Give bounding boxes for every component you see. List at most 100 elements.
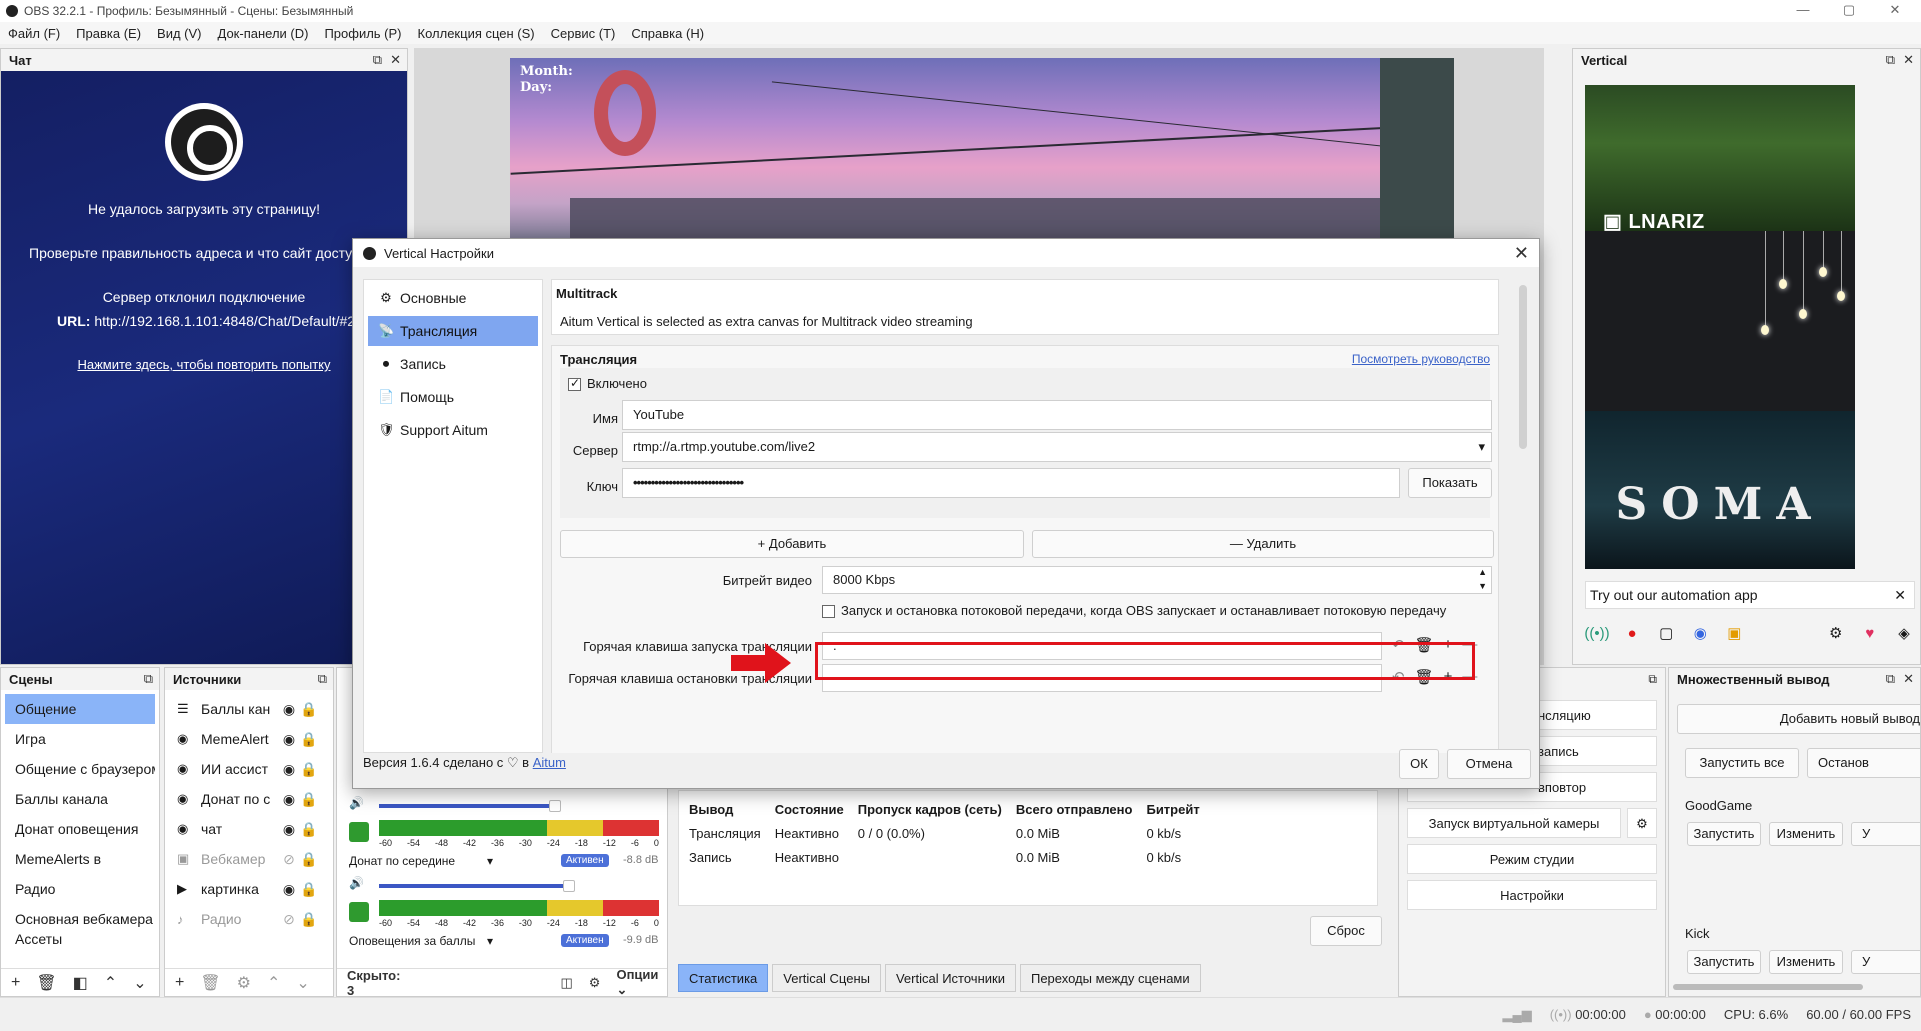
- studio-mode-button[interactable]: Режим студии: [1407, 844, 1657, 874]
- stream-status-icon[interactable]: ((•)): [1584, 621, 1609, 645]
- nav-item-help[interactable]: 📄 Помощь: [368, 382, 538, 412]
- close-dock-icon[interactable]: ✕: [390, 52, 401, 68]
- scene-item[interactable]: Общение: [5, 694, 155, 724]
- volume-slider-handle[interactable]: [563, 880, 575, 892]
- close-dock-icon[interactable]: ✕: [1903, 671, 1914, 687]
- source-item[interactable]: ☰ Баллы кан ◉ 🔒: [165, 694, 333, 724]
- add-output-button[interactable]: Добавить новый вывод: [1677, 704, 1920, 734]
- chevron-down-icon[interactable]: ▾: [487, 854, 493, 868]
- nav-item-general[interactable]: ⚙ Основные: [368, 283, 538, 313]
- source-item[interactable]: ◉ Донат по с ◉ 🔒: [165, 784, 333, 814]
- undock-icon[interactable]: ⧉: [318, 671, 327, 687]
- volume-slider[interactable]: [379, 804, 551, 808]
- add-scene-icon[interactable]: +: [11, 974, 20, 992]
- lock-icon[interactable]: 🔒: [299, 761, 319, 778]
- layout-icon[interactable]: ◫: [561, 975, 573, 991]
- lock-icon[interactable]: 🔒: [299, 821, 319, 838]
- move-up-icon[interactable]: ⌃: [267, 973, 280, 993]
- output-delete-button[interactable]: У: [1851, 950, 1920, 974]
- show-key-button[interactable]: Показать: [1408, 468, 1492, 498]
- eye-icon[interactable]: ◉: [279, 761, 299, 778]
- eye-hidden-icon[interactable]: ⊘: [279, 851, 299, 868]
- eye-icon[interactable]: ◉: [279, 881, 299, 898]
- add-destination-button[interactable]: + Добавить: [560, 530, 1024, 558]
- source-item[interactable]: ▣ Вебкамер ⊘ 🔒: [165, 844, 333, 874]
- bitrate-spinbox[interactable]: 8000 Kbps ▲ ▼: [822, 566, 1492, 594]
- vertical-scrollbar[interactable]: [1519, 285, 1527, 449]
- output-delete-button[interactable]: У: [1851, 822, 1920, 846]
- menu-docks[interactable]: Док-панели (D): [218, 26, 309, 41]
- gear-icon[interactable]: ⚙: [589, 975, 601, 991]
- automation-banner[interactable]: Try out our automation app ✕: [1585, 581, 1915, 609]
- scene-item[interactable]: MemeAlerts в: [5, 844, 155, 874]
- output-start-button[interactable]: Запустить: [1687, 822, 1761, 846]
- close-dock-icon[interactable]: ✕: [1903, 52, 1914, 68]
- replay-icon[interactable]: ◉: [1689, 621, 1711, 645]
- undock-icon[interactable]: ⧉: [1886, 52, 1895, 68]
- menu-edit[interactable]: Правка (E): [76, 26, 141, 41]
- stop-square-icon[interactable]: ▢: [1655, 621, 1677, 645]
- add-source-icon[interactable]: +: [175, 974, 184, 992]
- start-all-button[interactable]: Запустить все: [1685, 748, 1799, 778]
- enabled-checkbox[interactable]: Включено: [568, 376, 647, 392]
- move-up-icon[interactable]: ⌃: [104, 973, 117, 993]
- guide-link[interactable]: Посмотреть руководство: [1352, 352, 1490, 366]
- menu-tools[interactable]: Сервис (T): [551, 26, 616, 41]
- chevron-down-icon[interactable]: ▾: [487, 934, 493, 948]
- nav-item-stream[interactable]: 📡 Трансляция: [368, 316, 538, 346]
- menu-profile[interactable]: Профиль (P): [324, 26, 401, 41]
- record-icon[interactable]: ●: [1621, 621, 1643, 645]
- scene-item[interactable]: Основная вебкамера: [5, 904, 155, 934]
- headphones-icon[interactable]: [349, 902, 369, 922]
- settings-button[interactable]: Настройки: [1407, 880, 1657, 910]
- filter-icon[interactable]: ◧: [73, 973, 88, 993]
- volume-slider-handle[interactable]: [549, 800, 561, 812]
- heart-icon[interactable]: ♥: [1859, 621, 1881, 645]
- server-select[interactable]: rtmp://a.rtmp.youtube.com/live2 ▾: [622, 432, 1492, 462]
- lock-icon[interactable]: 🔒: [299, 791, 319, 808]
- menu-file[interactable]: Файл (F): [8, 26, 60, 41]
- cancel-button[interactable]: Отмена: [1447, 749, 1531, 779]
- scene-item[interactable]: Общение с браузером: [5, 754, 155, 784]
- undock-icon[interactable]: ⧉: [144, 671, 153, 687]
- menu-scene-collection[interactable]: Коллекция сцен (S): [418, 26, 535, 41]
- close-icon[interactable]: ✕: [1872, 0, 1918, 22]
- scene-item[interactable]: Радио: [5, 874, 155, 904]
- tab-vertical-sources[interactable]: Vertical Источники: [884, 964, 1016, 992]
- source-item[interactable]: ◉ ИИ ассист ◉ 🔒: [165, 754, 333, 784]
- output-edit-button[interactable]: Изменить: [1769, 822, 1843, 846]
- nav-item-support[interactable]: 🛡 Support Aitum: [368, 415, 538, 445]
- name-field[interactable]: YouTube: [622, 400, 1492, 430]
- spin-arrows-icon[interactable]: ▲ ▼: [1478, 565, 1487, 593]
- undock-icon[interactable]: ⧉: [1648, 672, 1657, 687]
- volume-slider[interactable]: [379, 884, 565, 888]
- source-item[interactable]: ◉ чат ◉ 🔒: [165, 814, 333, 844]
- lock-icon[interactable]: 🔒: [299, 881, 319, 898]
- gear-icon[interactable]: ⚙: [237, 973, 251, 993]
- minimize-icon[interactable]: —: [1780, 0, 1826, 22]
- eye-icon[interactable]: ◉: [279, 701, 299, 718]
- scene-item[interactable]: Ассеты: [5, 934, 155, 944]
- close-icon[interactable]: ✕: [1514, 243, 1529, 264]
- ok-button[interactable]: ОК: [1399, 749, 1439, 779]
- chevron-down-icon[interactable]: ▾: [1478, 433, 1485, 461]
- lock-icon[interactable]: 🔒: [299, 851, 319, 868]
- key-field[interactable]: •••••••••••••••••••••••••••••••: [622, 468, 1400, 498]
- speaker-icon[interactable]: 🔊: [349, 796, 364, 810]
- options-button[interactable]: Опции ⌄: [616, 967, 667, 998]
- virtual-camera-icon[interactable]: ▣: [1723, 621, 1745, 645]
- chat-retry-link[interactable]: Нажмите здесь, чтобы повторить попытку: [1, 357, 407, 372]
- scene-item[interactable]: Баллы канала: [5, 784, 155, 814]
- close-banner-icon[interactable]: ✕: [1894, 587, 1906, 604]
- gear-icon[interactable]: ⚙: [1627, 808, 1657, 838]
- stop-all-button[interactable]: Останов: [1807, 748, 1920, 778]
- eye-icon[interactable]: ◉: [279, 731, 299, 748]
- source-item[interactable]: ◉ MemeAlert ◉ 🔒: [165, 724, 333, 754]
- remove-source-icon[interactable]: 🗑: [200, 973, 220, 993]
- tab-stats[interactable]: Статистика: [678, 964, 769, 992]
- checkbox-unchecked-icon[interactable]: [822, 605, 835, 619]
- stats-reset-button[interactable]: Сброс: [1310, 916, 1382, 946]
- menu-view[interactable]: Вид (V): [157, 26, 201, 41]
- headphones-icon[interactable]: [349, 822, 369, 842]
- output-edit-button[interactable]: Изменить: [1769, 950, 1843, 974]
